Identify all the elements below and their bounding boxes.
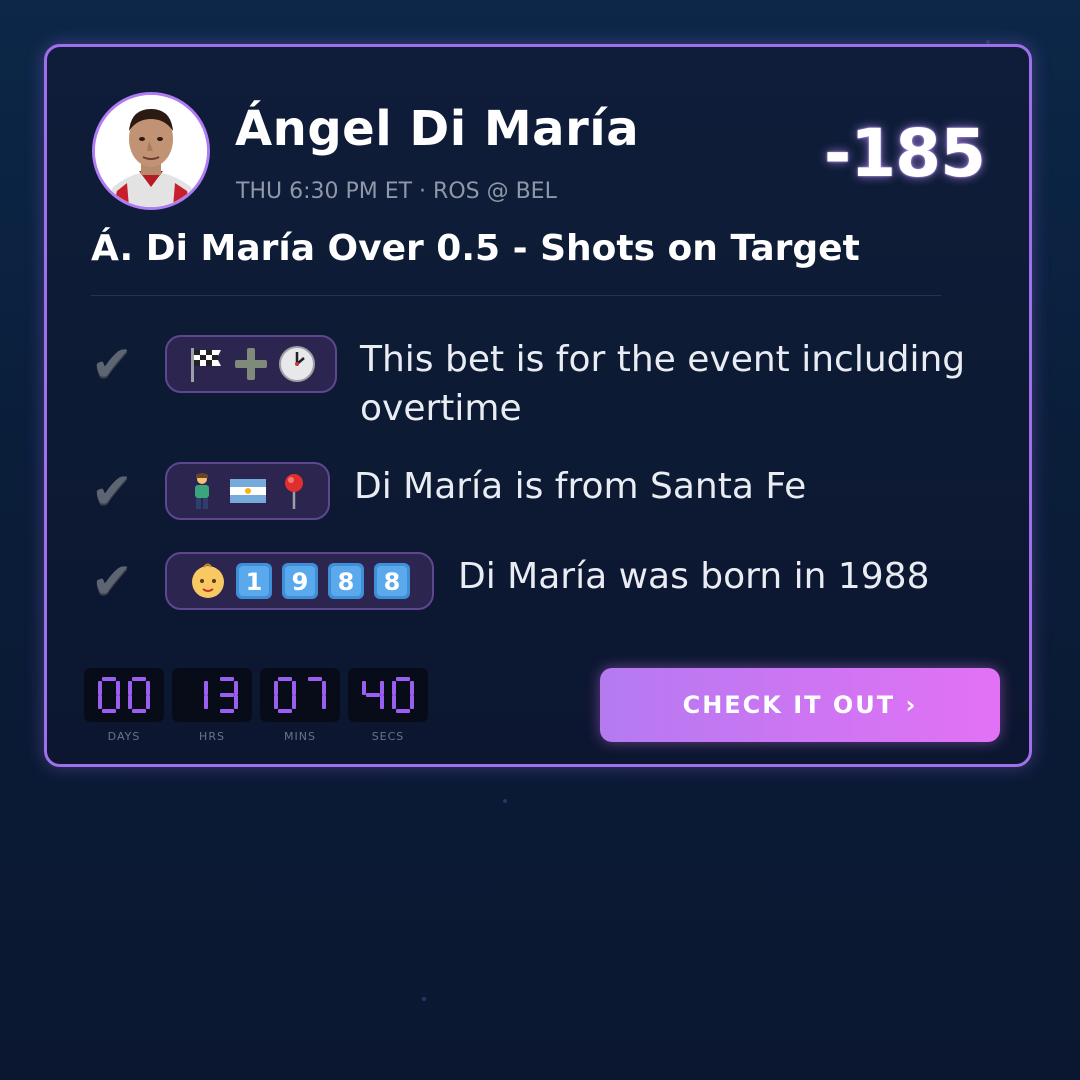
background-star bbox=[422, 997, 426, 1001]
player-avatar bbox=[92, 92, 210, 210]
countdown-digit-segment bbox=[362, 681, 366, 695]
player-name: Ángel Di María bbox=[235, 101, 640, 157]
countdown-digit-segment bbox=[98, 695, 102, 709]
countdown-days-digits bbox=[98, 677, 150, 713]
countdown-digit-segment bbox=[220, 693, 234, 697]
countdown-digit-segment bbox=[102, 677, 116, 681]
countdown-seconds-label: SECS bbox=[371, 730, 405, 743]
countdown-digit-segment bbox=[102, 709, 116, 713]
svg-text:8: 8 bbox=[337, 568, 354, 596]
countdown-minutes bbox=[260, 668, 340, 722]
countdown-digit-segment bbox=[132, 677, 146, 681]
fact-text: Di María is from Santa Fe bbox=[354, 466, 807, 507]
countdown-seconds bbox=[348, 668, 428, 722]
countdown-hours-digits bbox=[204, 677, 238, 713]
countdown-digit-segment bbox=[278, 677, 292, 681]
emoji-pill bbox=[165, 335, 337, 393]
countdown-digit-segment bbox=[146, 695, 150, 709]
countdown-digit-segment bbox=[396, 677, 410, 681]
countdown-digit-segment bbox=[322, 681, 326, 695]
countdown-digit-segment bbox=[234, 695, 238, 709]
countdown-digit-segment bbox=[274, 681, 278, 695]
fact-text: This bet is for the event including over… bbox=[360, 339, 966, 429]
countdown-digit-segment bbox=[366, 693, 380, 697]
countdown-digit-segment bbox=[308, 677, 322, 681]
countdown-digit-segment bbox=[292, 695, 296, 709]
countdown-digit-segment bbox=[392, 681, 396, 695]
plus-icon bbox=[235, 348, 267, 380]
countdown-digit-segment bbox=[204, 681, 208, 695]
countdown-digit-segment bbox=[278, 709, 292, 713]
countdown-digit-segment bbox=[98, 681, 102, 695]
checkmark-icon: ✔ bbox=[91, 462, 133, 520]
countdown-hours bbox=[172, 668, 252, 722]
fact-text: Di María was born in 1988 bbox=[458, 556, 930, 597]
countdown-digit-segment bbox=[128, 681, 132, 695]
countdown-minutes-label: MINS bbox=[284, 730, 316, 743]
check-it-out-button[interactable]: CHECK IT OUT › bbox=[600, 668, 1000, 742]
countdown-days bbox=[84, 668, 164, 722]
countdown-digit-segment bbox=[116, 681, 120, 695]
divider bbox=[91, 295, 941, 296]
countdown-digit-segment bbox=[396, 709, 410, 713]
background-star bbox=[503, 799, 507, 803]
argentina-flag-icon bbox=[229, 479, 266, 503]
bet-title: Á. Di María Over 0.5 - Shots on Target bbox=[91, 228, 860, 269]
countdown-digit-segment bbox=[128, 695, 132, 709]
checkmark-icon: ✔ bbox=[91, 335, 133, 393]
checkmark-icon: ✔ bbox=[91, 552, 133, 610]
svg-text:8: 8 bbox=[383, 568, 400, 596]
countdown-minutes-digits bbox=[274, 677, 326, 713]
keycap-1-icon: 1 bbox=[235, 563, 272, 599]
countdown-digit-segment bbox=[410, 695, 414, 709]
countdown-digit-segment bbox=[322, 695, 326, 709]
countdown-digit-segment bbox=[132, 709, 146, 713]
person-icon bbox=[194, 473, 209, 509]
clock-icon bbox=[279, 346, 315, 382]
chequered-flag-icon bbox=[191, 348, 221, 382]
countdown-digit-segment bbox=[292, 681, 296, 695]
countdown-digit-segment bbox=[116, 695, 120, 709]
round-pushpin-icon bbox=[284, 474, 303, 509]
countdown-digit-segment bbox=[220, 709, 234, 713]
svg-text:1: 1 bbox=[245, 568, 262, 596]
countdown-days-label: DAYS bbox=[107, 730, 141, 743]
countdown-digit-segment bbox=[392, 695, 396, 709]
odds-value: -185 bbox=[823, 115, 986, 192]
countdown-digit-segment bbox=[146, 681, 150, 695]
countdown-hours-label: HRS bbox=[199, 730, 225, 743]
countdown-digit-segment bbox=[234, 681, 238, 695]
keycap-8-icon: 8 bbox=[373, 563, 410, 599]
countdown-digit-segment bbox=[220, 677, 234, 681]
emoji-pill bbox=[165, 462, 330, 520]
countdown-digit-segment bbox=[380, 681, 384, 695]
bet-card: Ángel Di María THU 6:30 PM ET · ROS @ BE… bbox=[44, 44, 1032, 767]
countdown-digit-segment bbox=[274, 695, 278, 709]
emoji-pill: 1 9 8 8 bbox=[165, 552, 434, 610]
keycap-8-icon: 8 bbox=[327, 563, 364, 599]
countdown-digit-segment bbox=[380, 695, 384, 709]
countdown-digit-segment bbox=[204, 695, 208, 709]
countdown-digit-segment bbox=[410, 681, 414, 695]
svg-text:9: 9 bbox=[291, 568, 308, 596]
game-info: THU 6:30 PM ET · ROS @ BEL bbox=[236, 179, 557, 204]
countdown-seconds-digits bbox=[362, 677, 414, 713]
baby-icon bbox=[191, 563, 224, 598]
keycap-9-icon: 9 bbox=[281, 563, 318, 599]
